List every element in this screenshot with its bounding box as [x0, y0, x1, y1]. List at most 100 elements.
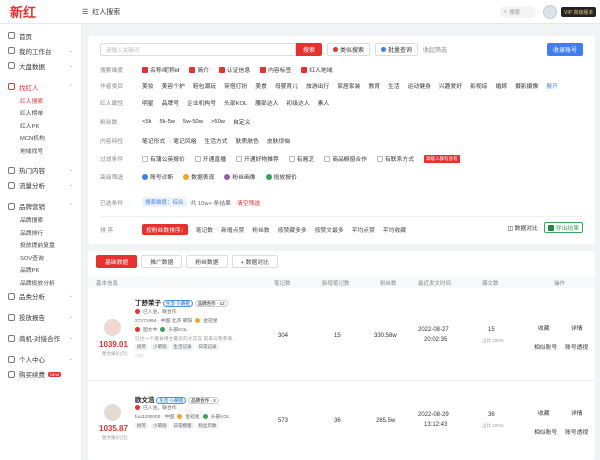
app-logo[interactable]: 新红	[0, 2, 82, 21]
attr-option[interactable]: 品牌号	[162, 98, 179, 107]
menu-icon[interactable]: ☰	[82, 8, 88, 16]
sort-option[interactable]: 按赞文最多	[315, 225, 344, 234]
category-option[interactable]: 婚嫁	[495, 81, 507, 90]
sidebar-item-market-data[interactable]: 大盘数据 ⌄	[0, 58, 81, 73]
sidebar-sub-brand-review[interactable]: 投放提前复盘	[0, 239, 81, 252]
sidebar-sub-brand-analysis[interactable]: 品牌投放分析	[0, 276, 81, 289]
exclude-option[interactable]: 开通好物推荐	[236, 154, 279, 163]
fans-option[interactable]: 5k-5w	[160, 119, 175, 125]
category-option[interactable]: 兴趣爱好	[439, 81, 462, 90]
sidebar-item-purchase[interactable]: 购买续费 NEW	[0, 367, 81, 382]
column-header[interactable]: 笔记数	[274, 279, 291, 287]
collapse-filter-link[interactable]: 收起筛选	[423, 45, 447, 54]
kol-name[interactable]: 欧文浩 生活·小萌祖 品牌合作 · 3	[135, 394, 219, 404]
compare-link[interactable]: ◫ 数据对比	[507, 223, 537, 232]
exclude-option[interactable]: 有蒲公英报价	[142, 154, 185, 163]
favorite-link[interactable]: 收藏	[538, 408, 550, 417]
global-search[interactable]: ⌕ 搜索	[500, 6, 536, 18]
match-option[interactable]: 内容标签	[260, 65, 291, 74]
sort-option[interactable]: 粉丝数	[252, 225, 269, 234]
sidebar-sub-sov[interactable]: SOV查询	[0, 251, 81, 264]
sidebar-sub-mcn[interactable]: MCN机构	[0, 132, 81, 145]
attr-option[interactable]: 腰部达人	[255, 98, 278, 107]
similar-search-button[interactable]: 类似搜索	[327, 43, 371, 56]
kol-avatar[interactable]	[104, 319, 121, 336]
fans-option[interactable]: 5w-50w	[183, 119, 203, 125]
tab-fans-data[interactable]: 粉丝数据	[186, 255, 228, 268]
keyword-input[interactable]: 请输入关键词	[100, 43, 296, 56]
kol-avatar[interactable]	[104, 404, 121, 421]
sidebar-item-business[interactable]: 商机-对接合作 ⌄	[0, 331, 81, 346]
sidebar-item-home[interactable]: 首页	[0, 28, 81, 43]
content-option[interactable]: 生活方式	[204, 136, 227, 145]
fans-option[interactable]: 自定义	[233, 117, 250, 126]
match-option[interactable]: 名称/昵称id	[142, 65, 179, 74]
exclude-option[interactable]: 有酱芝	[288, 154, 314, 163]
fans-option[interactable]: <5k	[142, 119, 152, 125]
table-row[interactable]: 1039.01 图文报价(元) 丁舒茉子 生活·小萌祖 品牌合作 · 12 已入…	[88, 289, 595, 381]
exclude-option[interactable]: 有联系方式	[377, 154, 414, 163]
selected-chip[interactable]: 搜索维度：综合	[142, 197, 187, 207]
attr-option[interactable]: 初级达人	[286, 98, 309, 107]
sort-option[interactable]: 按赞藏多多	[278, 225, 307, 234]
sidebar-sub-kol-rank[interactable]: 红人榜单	[0, 107, 81, 120]
account-insight-link[interactable]: 账号透视	[565, 342, 588, 351]
sidebar-item-report[interactable]: 投放报告 ⌄	[0, 310, 81, 325]
sort-option[interactable]: 按粉丝数排序↓	[142, 224, 188, 235]
category-option[interactable]: 母婴育儿	[275, 81, 298, 90]
category-option[interactable]: 运动健身	[408, 81, 431, 90]
attr-option[interactable]: 素人	[318, 98, 330, 107]
attr-option[interactable]: 企业机构号	[187, 98, 216, 107]
match-option[interactable]: 简介	[189, 65, 209, 74]
column-header[interactable]: 新增笔记数	[322, 279, 350, 287]
advanced-crowd-badge[interactable]: 高级人群有含有	[424, 154, 460, 163]
sidebar-sub-kol-pk[interactable]: 红人PK	[0, 119, 81, 132]
tool-placement-price[interactable]: 投放报价	[265, 172, 297, 181]
sidebar-item-find-kol[interactable]: 找红人 ⌃	[0, 79, 81, 94]
sort-option[interactable]: 平均收藏	[383, 225, 406, 234]
table-row[interactable]: 1035.87 图文报价(元) 欧文浩 生活·小萌祖 品牌合作 · 3 已入驻，…	[88, 382, 595, 460]
expand-categories-link[interactable]: 展开	[546, 81, 558, 90]
exclude-option[interactable]: 商品橱窗合作	[324, 154, 367, 163]
kol-name[interactable]: 丁舒茉子 生活·小萌祖 品牌合作 · 12	[135, 297, 228, 307]
account-insight-link[interactable]: 账号透视	[565, 427, 588, 436]
sidebar-item-category[interactable]: 品类分析 ⌄	[0, 289, 81, 304]
attr-option[interactable]: 明星	[142, 98, 154, 107]
sidebar-sub-brand-pk[interactable]: 品牌PK	[0, 264, 81, 277]
vip-badge[interactable]: VIP 高级版本	[561, 7, 597, 17]
sidebar-item-brand[interactable]: 品牌营销 ⌃	[0, 199, 81, 214]
tool-data-performance[interactable]: 数据表现	[183, 172, 214, 181]
category-option[interactable]: 影视综	[470, 81, 487, 90]
sidebar-item-profile[interactable]: 个人中心 ⌄	[0, 352, 81, 367]
sidebar-item-traffic[interactable]: 流量分析 ⌄	[0, 178, 81, 193]
content-option[interactable]: 笔记形式	[142, 136, 165, 145]
sort-option[interactable]: 笔记数	[196, 225, 213, 234]
clear-filters-link[interactable]: 清空筛选	[237, 198, 260, 207]
detail-link[interactable]: 详情	[571, 408, 583, 417]
content-option[interactable]: 肤质肤色	[236, 136, 259, 145]
category-option[interactable]: 教育	[368, 81, 380, 90]
similar-accounts-link[interactable]: 相似账号	[534, 342, 557, 351]
more-tags[interactable]: ···	[135, 353, 144, 358]
category-option[interactable]: 家居家装	[337, 81, 360, 90]
favorite-link[interactable]: 收藏	[538, 323, 550, 332]
category-option[interactable]: 美妆	[142, 81, 154, 90]
tool-fans-portrait[interactable]: 粉丝画像	[224, 172, 256, 181]
category-option[interactable]: 旅游出行	[306, 81, 329, 90]
sort-option[interactable]: 平均点赞	[352, 225, 375, 234]
content-option[interactable]: 皮肤烦恼	[267, 136, 290, 145]
match-option[interactable]: 认证信息	[218, 65, 250, 74]
column-header[interactable]: 爆文数	[482, 279, 499, 287]
category-option[interactable]: 穿搭打扮	[224, 81, 247, 90]
sidebar-item-workbench[interactable]: 我的工作台 ⌄	[0, 43, 81, 58]
search-button[interactable]: 搜索	[296, 43, 322, 56]
attr-option[interactable]: 头部KOL	[224, 98, 247, 107]
category-option[interactable]: 摄影摄像	[515, 81, 538, 90]
tab-promo-data[interactable]: 推广数据	[141, 255, 183, 268]
sort-option[interactable]: 新增点赞	[221, 225, 244, 234]
category-option[interactable]: 美食	[255, 81, 267, 90]
sidebar-item-hot-content[interactable]: 热门内容 ⌄	[0, 163, 81, 178]
category-option[interactable]: 鞋包潮玩	[193, 81, 216, 90]
tab-basic-data[interactable]: 基础数据	[96, 255, 138, 268]
exclude-option[interactable]: 开通直播	[194, 154, 226, 163]
